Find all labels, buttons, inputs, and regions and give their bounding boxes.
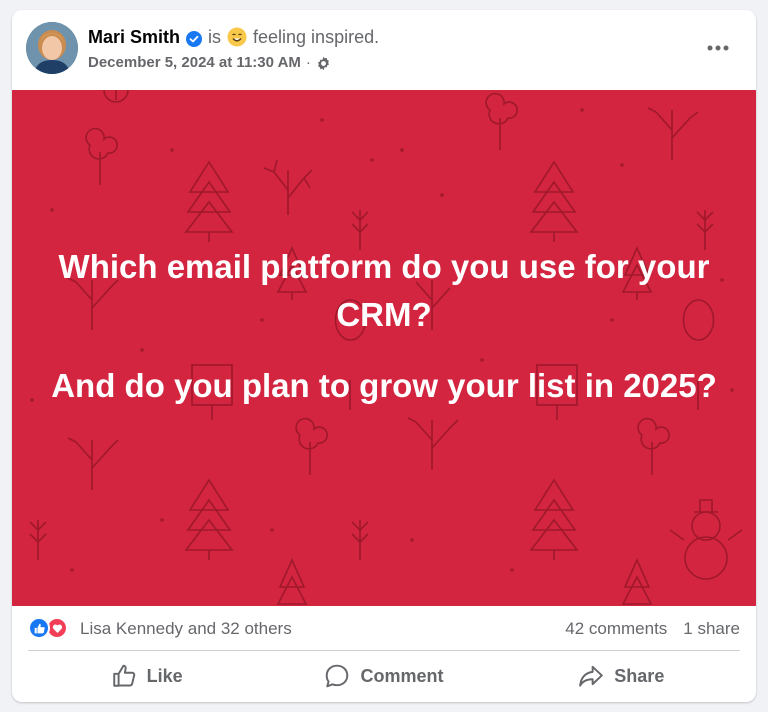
post-image-text: Which email platform do you use for your… [42, 243, 726, 433]
post-image[interactable]: Which email platform do you use for your… [12, 90, 756, 606]
thumbs-up-icon [112, 664, 135, 687]
share-button[interactable]: Share [503, 654, 740, 698]
divider [28, 650, 740, 651]
activity-prefix: is [208, 27, 222, 47]
share-arrow-icon [579, 665, 604, 687]
post-question-1: Which email platform do you use for your… [58, 248, 710, 333]
like-reaction-icon [28, 617, 50, 639]
more-options-button[interactable] [698, 34, 738, 62]
activity-text: feeling inspired. [253, 27, 380, 47]
author-line: Mari Smith is feeling inspired. [88, 25, 379, 49]
post-question-2: And do you plan to grow your list in 202… [51, 367, 717, 404]
reaction-icons[interactable] [28, 617, 76, 639]
post-actions: Like Comment Share [28, 654, 740, 698]
share-label: Share [614, 665, 665, 686]
post-header: Mari Smith is feeling inspired. December [12, 10, 756, 90]
shares-count[interactable]: 1 share [683, 618, 740, 640]
post-meta: December 5, 2024 at 11:30 AM · [88, 53, 331, 73]
like-button[interactable]: Like [28, 654, 265, 698]
reactors-summary[interactable]: Lisa Kennedy and 32 others [80, 618, 292, 640]
smiling-face-emoji-icon [227, 27, 247, 47]
post-timestamp[interactable]: December 5, 2024 at 11:30 AM [88, 53, 301, 73]
author-name[interactable]: Mari Smith [88, 25, 180, 49]
comments-count[interactable]: 42 comments [565, 618, 667, 640]
verified-badge-icon [186, 29, 203, 47]
meta-separator: · [305, 54, 311, 71]
comment-button[interactable]: Comment [265, 654, 502, 698]
comment-label: Comment [360, 665, 444, 686]
gear-icon[interactable] [316, 56, 331, 71]
pine-tree-icon [184, 160, 234, 242]
reactions-bar: Lisa Kennedy and 32 others 42 comments 1… [12, 606, 756, 650]
avatar[interactable] [26, 22, 78, 74]
comment-bubble-icon [326, 664, 349, 688]
like-label: Like [146, 665, 183, 686]
more-options-icon [707, 45, 729, 51]
engagement-counts: 42 comments 1 share [565, 618, 740, 640]
post-card: Mari Smith is feeling inspired. December [12, 10, 756, 702]
